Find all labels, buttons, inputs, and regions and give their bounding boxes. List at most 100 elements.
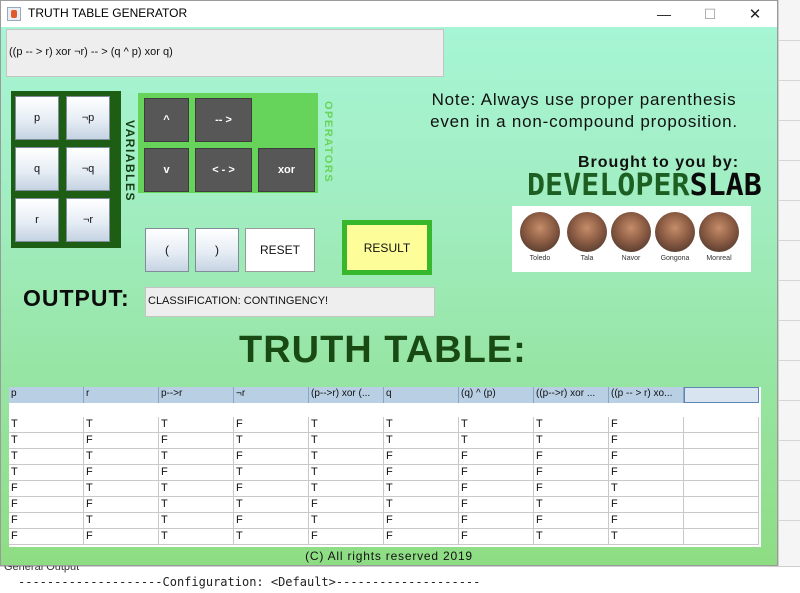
table-cell[interactable]: T <box>534 417 609 433</box>
table-cell[interactable]: T <box>159 529 234 545</box>
table-cell[interactable]: T <box>609 529 684 545</box>
table-cell[interactable]: F <box>609 465 684 481</box>
table-cell[interactable] <box>684 449 759 465</box>
table-cell[interactable]: F <box>309 497 384 513</box>
table-cell[interactable]: F <box>234 449 309 465</box>
var-not-q-button[interactable]: ¬q <box>66 147 110 191</box>
table-cell[interactable]: T <box>459 417 534 433</box>
table-cell[interactable]: T <box>9 465 84 481</box>
table-cell[interactable]: T <box>159 449 234 465</box>
table-cell[interactable]: T <box>309 449 384 465</box>
minimize-button[interactable]: — <box>641 1 687 27</box>
result-button[interactable]: RESULT <box>347 225 427 270</box>
var-not-p-button[interactable]: ¬p <box>66 96 110 140</box>
table-cell[interactable]: T <box>9 417 84 433</box>
table-cell[interactable] <box>684 417 759 433</box>
table-cell[interactable]: T <box>534 433 609 449</box>
table-row[interactable]: FFTTFFFTT <box>9 529 761 545</box>
column-header[interactable]: p-->r <box>159 387 234 403</box>
column-header[interactable]: q <box>384 387 459 403</box>
table-cell[interactable]: F <box>384 465 459 481</box>
column-header[interactable]: r <box>84 387 159 403</box>
table-cell[interactable]: F <box>609 433 684 449</box>
table-cell[interactable]: T <box>384 481 459 497</box>
table-row[interactable]: FTTFTTFFT <box>9 481 761 497</box>
column-header[interactable]: p <box>9 387 84 403</box>
table-cell[interactable]: F <box>609 417 684 433</box>
table-cell[interactable]: F <box>534 481 609 497</box>
table-cell[interactable]: F <box>9 529 84 545</box>
table-row[interactable]: TTTFTFFFF <box>9 449 761 465</box>
var-p-button[interactable]: p <box>15 96 59 140</box>
table-cell[interactable]: F <box>534 449 609 465</box>
table-cell[interactable]: T <box>534 529 609 545</box>
table-cell[interactable]: T <box>609 481 684 497</box>
table-cell[interactable]: T <box>159 481 234 497</box>
table-cell[interactable]: T <box>384 433 459 449</box>
table-cell[interactable] <box>684 481 759 497</box>
table-cell[interactable]: F <box>609 449 684 465</box>
open-paren-button[interactable]: ( <box>145 228 189 272</box>
table-cell[interactable]: F <box>234 513 309 529</box>
table-cell[interactable]: T <box>309 433 384 449</box>
column-header[interactable]: (p-->r) xor (... <box>309 387 384 403</box>
table-cell[interactable]: F <box>84 497 159 513</box>
reset-button[interactable]: RESET <box>245 228 315 272</box>
table-cell[interactable] <box>684 513 759 529</box>
table-row[interactable]: TFFTTFFFF <box>9 465 761 481</box>
table-cell[interactable]: T <box>384 417 459 433</box>
table-cell[interactable]: F <box>234 481 309 497</box>
table-cell[interactable]: F <box>84 529 159 545</box>
table-cell[interactable]: F <box>609 513 684 529</box>
table-cell[interactable]: F <box>384 449 459 465</box>
table-cell[interactable]: F <box>534 465 609 481</box>
expression-field[interactable]: ((p -- > r) xor ¬r) -- > (q ^ p) xor q) <box>6 29 444 77</box>
table-cell[interactable]: T <box>84 417 159 433</box>
column-header[interactable]: ¬r <box>234 387 309 403</box>
table-row[interactable]: TFFTTTTTF <box>9 433 761 449</box>
table-cell[interactable]: T <box>159 417 234 433</box>
table-cell[interactable]: T <box>234 529 309 545</box>
table-cell[interactable] <box>684 529 759 545</box>
var-q-button[interactable]: q <box>15 147 59 191</box>
table-cell[interactable]: T <box>384 497 459 513</box>
maximize-button[interactable]: ☐ <box>687 1 733 27</box>
table-cell[interactable]: F <box>84 465 159 481</box>
var-r-button[interactable]: r <box>15 198 59 242</box>
table-cell[interactable]: F <box>159 465 234 481</box>
table-row[interactable]: TTTFTTTTF <box>9 417 761 433</box>
table-cell[interactable]: F <box>234 417 309 433</box>
table-cell[interactable]: T <box>309 481 384 497</box>
table-cell[interactable]: T <box>9 433 84 449</box>
op-and-button[interactable]: ^ <box>144 98 189 142</box>
table-cell[interactable]: T <box>309 417 384 433</box>
table-cell[interactable]: F <box>459 465 534 481</box>
table-cell[interactable]: F <box>384 529 459 545</box>
table-cell[interactable]: T <box>234 465 309 481</box>
table-cell[interactable]: F <box>459 497 534 513</box>
table-cell[interactable]: T <box>84 513 159 529</box>
table-cell[interactable]: F <box>9 513 84 529</box>
table-cell[interactable]: F <box>9 497 84 513</box>
table-cell[interactable]: T <box>534 497 609 513</box>
op-or-button[interactable]: v <box>144 148 189 192</box>
close-paren-button[interactable]: ) <box>195 228 239 272</box>
table-cell[interactable]: T <box>159 497 234 513</box>
title-bar[interactable]: TRUTH TABLE GENERATOR — ☐ ✕ <box>1 1 777 27</box>
table-cell[interactable]: T <box>234 497 309 513</box>
table-cell[interactable]: T <box>234 433 309 449</box>
table-cell[interactable]: T <box>309 465 384 481</box>
table-cell[interactable] <box>684 433 759 449</box>
table-cell[interactable]: F <box>159 433 234 449</box>
column-header[interactable]: ((p-->r) xor ... <box>534 387 609 403</box>
table-cell[interactable]: F <box>459 513 534 529</box>
column-header[interactable] <box>684 387 759 403</box>
table-cell[interactable]: F <box>84 433 159 449</box>
op-xor-button[interactable]: xor <box>258 148 315 192</box>
op-implies-button[interactable]: -- > <box>195 98 252 142</box>
table-row[interactable]: FFTTFTFTF <box>9 497 761 513</box>
table-cell[interactable]: T <box>459 433 534 449</box>
table-cell[interactable]: F <box>9 481 84 497</box>
table-cell[interactable]: T <box>84 481 159 497</box>
table-cell[interactable] <box>684 465 759 481</box>
